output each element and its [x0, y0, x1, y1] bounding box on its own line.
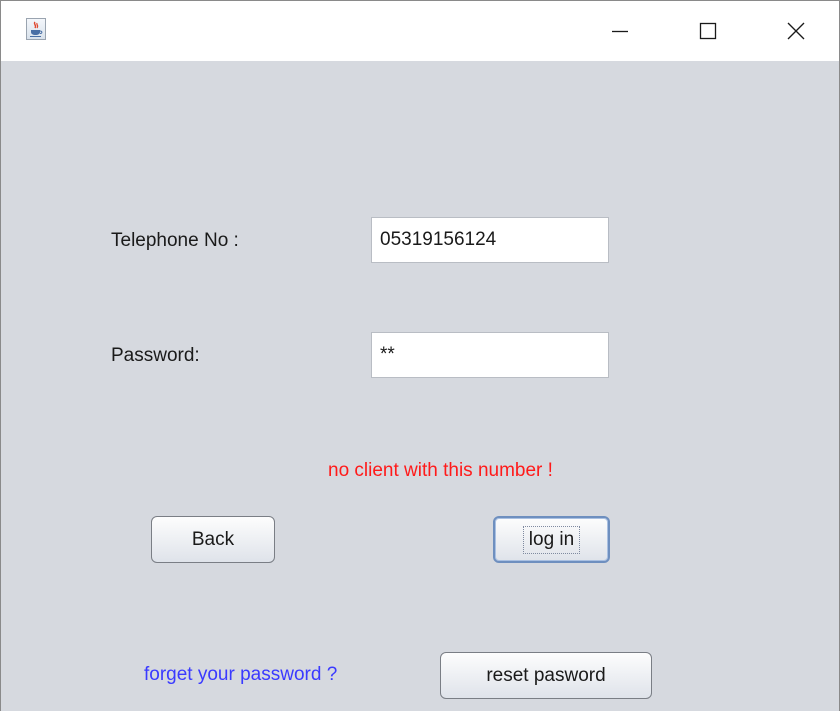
minimize-icon — [612, 30, 628, 33]
login-button-label: log in — [522, 525, 581, 554]
password-label: Password: — [111, 345, 200, 366]
error-message: no client with this number ! — [328, 460, 553, 481]
minimize-button[interactable] — [577, 1, 663, 61]
java-cup-icon — [26, 18, 46, 40]
reset-password-button-label: reset pasword — [486, 664, 606, 686]
title-bar[interactable] — [1, 1, 839, 61]
login-button[interactable]: log in — [493, 516, 610, 563]
forget-password-link[interactable]: forget your password ? — [144, 664, 337, 686]
back-button[interactable]: Back — [151, 516, 275, 563]
telephone-label: Telephone No : — [111, 230, 239, 251]
password-input[interactable] — [371, 332, 609, 378]
close-icon — [787, 22, 805, 40]
telephone-input[interactable] — [371, 217, 609, 263]
close-button[interactable] — [753, 1, 839, 61]
back-button-label: Back — [191, 528, 235, 550]
login-window: Telephone No : Password: no client with … — [0, 0, 840, 711]
maximize-icon — [699, 22, 717, 40]
maximize-button[interactable] — [665, 1, 751, 61]
reset-password-button[interactable]: reset pasword — [440, 652, 652, 699]
